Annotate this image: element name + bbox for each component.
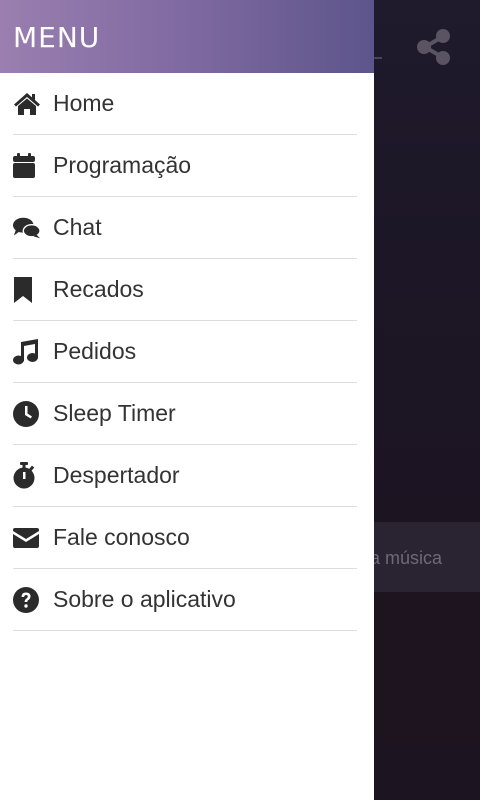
menu-item-label: Sleep Timer (53, 400, 176, 426)
stopwatch-icon (13, 462, 41, 490)
menu-item-home[interactable]: Home (13, 73, 357, 135)
drawer-header: MENU (0, 0, 374, 73)
menu-item-label: Pedidos (53, 338, 137, 364)
drawer-title: MENU (13, 21, 101, 54)
menu-item-label: Programação (53, 152, 192, 178)
envelope-icon (13, 524, 41, 552)
navigation-drawer: MENU Home Programação Chat Recados Pedid… (0, 0, 374, 800)
share-button[interactable] (416, 28, 452, 66)
menu-item-label: Sobre o aplicativo (53, 586, 236, 612)
home-icon (13, 90, 41, 118)
calendar-icon (13, 152, 41, 180)
menu-item-sobre[interactable]: Sobre o aplicativo (13, 569, 357, 631)
now-playing-text: a música (370, 548, 443, 568)
menu-item-label: Chat (53, 214, 102, 240)
menu-item-label: Home (53, 90, 115, 116)
menu-item-sleep-timer[interactable]: Sleep Timer (13, 383, 357, 445)
share-icon (417, 29, 450, 65)
menu-item-despertador[interactable]: Despertador (13, 445, 357, 507)
now-playing-bar[interactable]: a música (370, 522, 480, 592)
menu-item-programacao[interactable]: Programação (13, 135, 357, 197)
menu-item-fale-conosco[interactable]: Fale conosco (13, 507, 357, 569)
menu-item-label: Recados (53, 276, 144, 302)
menu-item-recados[interactable]: Recados (13, 259, 357, 321)
question-circle-icon (13, 586, 41, 614)
menu-list: Home Programação Chat Recados Pedidos Sl… (0, 73, 374, 631)
clock-icon (13, 400, 41, 428)
bookmark-icon (13, 276, 41, 304)
menu-item-label: Fale conosco (53, 524, 190, 550)
chat-icon (13, 214, 41, 242)
music-note-icon (13, 338, 41, 366)
menu-item-pedidos[interactable]: Pedidos (13, 321, 357, 383)
menu-item-label: Despertador (53, 462, 180, 488)
menu-item-chat[interactable]: Chat (13, 197, 357, 259)
